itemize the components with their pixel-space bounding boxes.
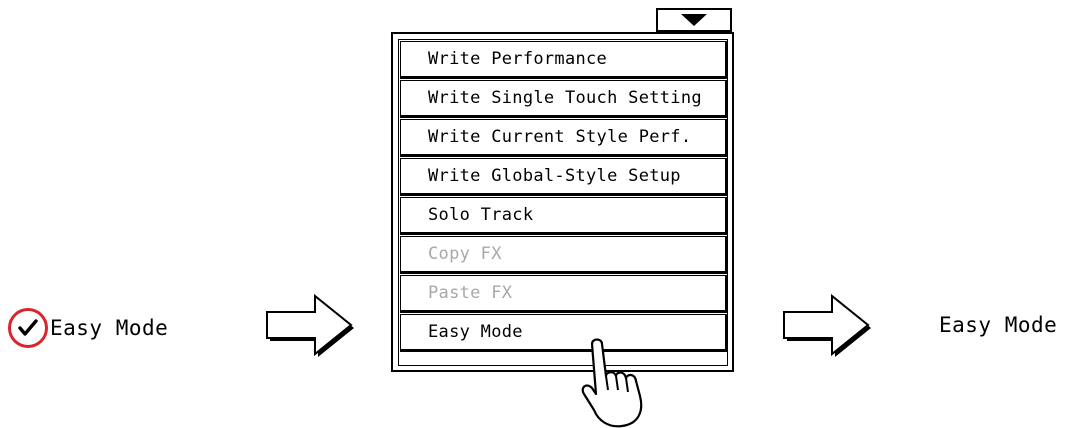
menu-item-copy-fx: Copy FX [400,236,728,274]
easy-mode-label-after: Easy Mode [939,313,1058,337]
triangle-down-icon [681,14,707,26]
checkmark-icon [18,319,38,336]
page-menu-panel: Write Performance Write Single Touch Set… [391,32,734,372]
pointing-hand-icon [581,338,643,428]
menu-item-solo-track[interactable]: Solo Track [400,197,728,235]
menu-item-easy-mode[interactable]: Easy Mode [400,314,728,352]
right-arrow-icon [783,293,871,357]
menu-item-write-global-style-setup[interactable]: Write Global-Style Setup [400,158,728,196]
easy-mode-checked-item: Easy Mode [8,306,168,350]
menu-item-write-single-touch-setting[interactable]: Write Single Touch Setting [400,80,728,118]
easy-mode-unchecked-item: Easy Mode [939,313,1057,337]
menu-list: Write Performance Write Single Touch Set… [400,41,728,353]
menu-item-paste-fx: Paste FX [400,275,728,313]
menu-item-write-current-style-perf[interactable]: Write Current Style Perf. [400,119,728,157]
easy-mode-label-before: Easy Mode [50,316,169,340]
menu-item-write-performance[interactable]: Write Performance [400,41,728,79]
right-arrow-icon [266,293,354,357]
menu-dropdown-button[interactable] [656,8,732,32]
checkmark-highlight-circle [8,308,48,348]
